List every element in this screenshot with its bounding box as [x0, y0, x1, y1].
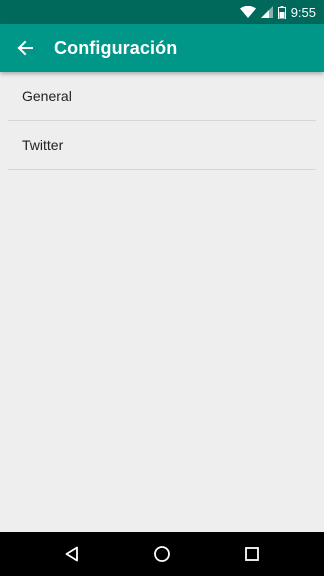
settings-item-twitter[interactable]: Twitter	[8, 121, 316, 170]
back-triangle-icon[interactable]	[45, 532, 99, 576]
page-title: Configuración	[54, 37, 178, 58]
battery-icon	[277, 5, 286, 19]
settings-item-label: General	[22, 88, 72, 104]
settings-list: General Twitter	[0, 72, 324, 532]
wifi-icon	[239, 6, 256, 18]
status-time: 9:55	[290, 4, 316, 20]
recents-square-icon[interactable]	[225, 532, 279, 576]
cell-signal-icon	[260, 6, 273, 18]
arrow-back-icon[interactable]	[1, 24, 49, 72]
app-bar: Configuración	[0, 24, 324, 72]
navigation-bar	[0, 532, 324, 576]
status-bar: 9:55	[0, 0, 324, 24]
settings-item-label: Twitter	[22, 137, 64, 153]
home-circle-icon[interactable]	[135, 532, 189, 576]
settings-item-general[interactable]: General	[8, 72, 316, 121]
